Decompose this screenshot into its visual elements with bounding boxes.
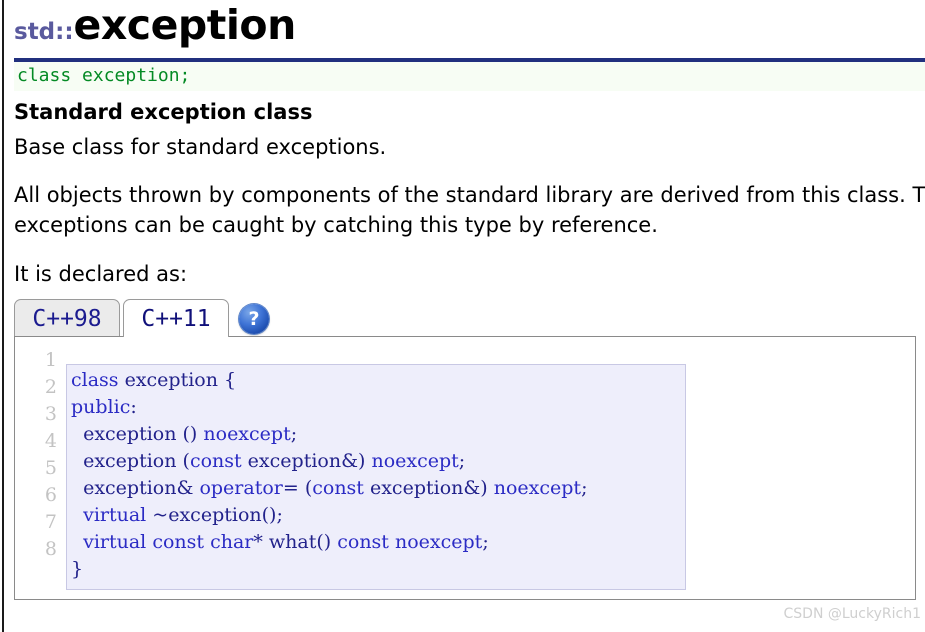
tab-cpp11[interactable]: C++11 [123, 299, 229, 337]
tab-cpp11-label: C++11 [141, 305, 211, 332]
page-title: std::exception [14, 0, 925, 55]
section-subheading: Standard exception class [14, 100, 313, 124]
tab-content-panel: 1 2 3 4 5 6 7 8 class exception { public… [14, 336, 916, 600]
code-listing: 1 2 3 4 5 6 7 8 class exception { public… [15, 337, 915, 599]
code-line-numbers: 1 2 3 4 5 6 7 8 [44, 349, 57, 560]
tab-cpp98[interactable]: C++98 [14, 299, 120, 337]
help-question-icon[interactable]: ? [239, 304, 269, 334]
help-glyph: ? [248, 307, 260, 330]
left-edge-rule [2, 0, 4, 632]
class-name: exception [73, 1, 297, 49]
declaration-bar: class exception; [14, 62, 925, 91]
namespace-prefix: std:: [14, 19, 74, 45]
standard-version-tabs: C++98 C++11 ? [14, 297, 925, 337]
reference-page: std::exception class exception; Standard… [14, 0, 925, 632]
code-block[interactable]: class exception { public: exception () n… [66, 364, 686, 590]
description-text: All objects thrown by components of the … [14, 183, 925, 237]
tab-cpp98-label: C++98 [32, 305, 102, 332]
watermark: CSDN @LuckyRich1 [783, 606, 921, 622]
declared-as-label: It is declared as: [14, 262, 188, 286]
summary-text: Base class for standard exceptions. [14, 135, 387, 159]
